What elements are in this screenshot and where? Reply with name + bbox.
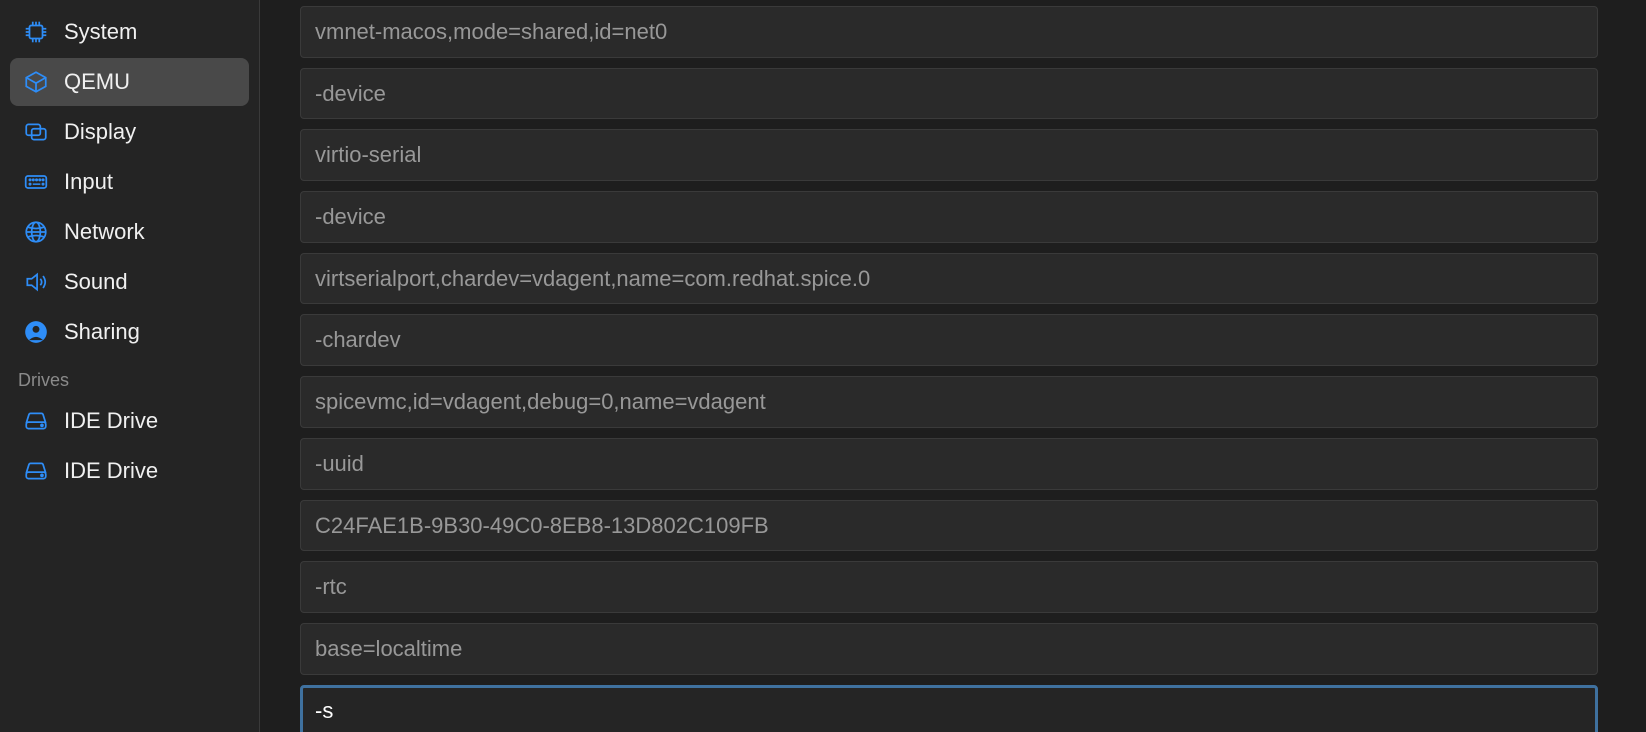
argument-field[interactable]: virtserialport,chardev=vdagent,name=com.… bbox=[300, 253, 1598, 305]
sidebar-item-input[interactable]: Input bbox=[10, 158, 249, 206]
display-icon bbox=[22, 118, 50, 146]
argument-field[interactable]: -chardev bbox=[300, 314, 1598, 366]
sidebar-item-network[interactable]: Network bbox=[10, 208, 249, 256]
sidebar-item-sound[interactable]: Sound bbox=[10, 258, 249, 306]
chip-icon bbox=[22, 18, 50, 46]
user-icon bbox=[22, 318, 50, 346]
argument-field[interactable]: -device bbox=[300, 191, 1598, 243]
sidebar-item-label: Input bbox=[64, 169, 113, 195]
drive-icon bbox=[22, 457, 50, 485]
sidebar-item-label: Sharing bbox=[64, 319, 140, 345]
sidebar-section-header: Drives bbox=[10, 358, 249, 397]
main-content: vmnet-macos,mode=shared,id=net0 -device vi… bbox=[260, 0, 1646, 732]
sidebar-item-label: QEMU bbox=[64, 69, 130, 95]
sidebar-item-system[interactable]: System bbox=[10, 8, 249, 56]
speaker-icon bbox=[22, 268, 50, 296]
argument-field[interactable]: -s bbox=[300, 685, 1598, 732]
sidebar-item-sharing[interactable]: Sharing bbox=[10, 308, 249, 356]
argument-field[interactable]: virtio-serial bbox=[300, 129, 1598, 181]
argument-field[interactable]: -rtc bbox=[300, 561, 1598, 613]
keyboard-icon bbox=[22, 168, 50, 196]
argument-field[interactable]: -uuid bbox=[300, 438, 1598, 490]
sidebar-item-label: Display bbox=[64, 119, 136, 145]
sidebar-item-label: Network bbox=[64, 219, 145, 245]
sidebar-item-label: System bbox=[64, 19, 137, 45]
argument-field[interactable]: vmnet-macos,mode=shared,id=net0 bbox=[300, 6, 1598, 58]
argument-field[interactable]: spicevmc,id=vdagent,debug=0,name=vdagent bbox=[300, 376, 1598, 428]
argument-field[interactable]: -device bbox=[300, 68, 1598, 120]
sidebar-item-label: Sound bbox=[64, 269, 128, 295]
argument-field[interactable]: C24FAE1B-9B30-49C0-8EB8-13D802C109FB bbox=[300, 500, 1598, 552]
sidebar-item-drive-0[interactable]: IDE Drive bbox=[10, 397, 249, 445]
cube-icon bbox=[22, 68, 50, 96]
globe-icon bbox=[22, 218, 50, 246]
sidebar-item-label: IDE Drive bbox=[64, 458, 158, 484]
sidebar-item-label: IDE Drive bbox=[64, 408, 158, 434]
sidebar-item-qemu[interactable]: QEMU bbox=[10, 58, 249, 106]
sidebar: System QEMU Display Input Network Sound Sharin… bbox=[0, 0, 260, 732]
sidebar-item-display[interactable]: Display bbox=[10, 108, 249, 156]
argument-field[interactable]: base=localtime bbox=[300, 623, 1598, 675]
sidebar-item-drive-1[interactable]: IDE Drive bbox=[10, 447, 249, 495]
drive-icon bbox=[22, 407, 50, 435]
